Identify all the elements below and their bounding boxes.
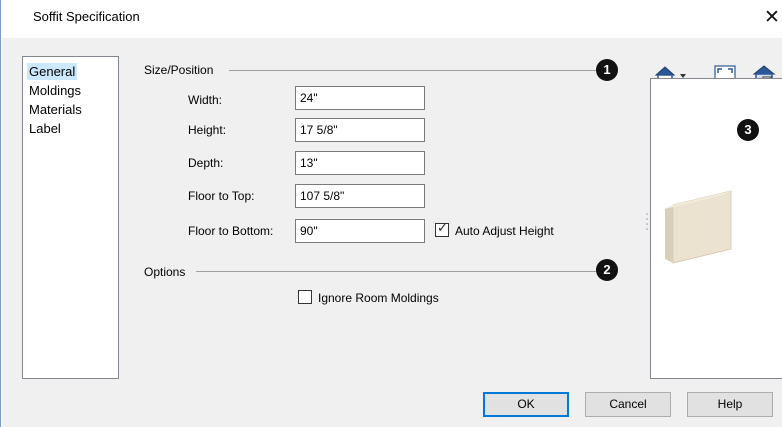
options-group-label: Options bbox=[144, 265, 186, 279]
nav-item-general[interactable]: General bbox=[27, 63, 78, 80]
auto-adjust-height-checkbox[interactable]: ✓ bbox=[435, 221, 449, 237]
floor-to-bottom-field[interactable] bbox=[295, 219, 425, 243]
ignore-room-moldings-checkbox[interactable] bbox=[298, 290, 312, 304]
ignore-room-moldings-label[interactable]: Ignore Room Moldings bbox=[318, 291, 439, 305]
nav-item-label[interactable]: Label bbox=[27, 120, 63, 137]
auto-adjust-height-label[interactable]: Auto Adjust Height bbox=[455, 224, 554, 238]
width-label: Width: bbox=[188, 93, 223, 107]
help-button[interactable]: Help bbox=[687, 392, 773, 417]
title-bar: Soffit Specification ✕ bbox=[1, 0, 782, 38]
floor-to-top-field[interactable] bbox=[295, 184, 425, 208]
category-list[interactable]: General Moldings Materials Label bbox=[22, 56, 119, 379]
depth-field[interactable] bbox=[295, 151, 425, 175]
callout-1: 1 bbox=[596, 59, 618, 81]
options-divider bbox=[196, 271, 597, 272]
splitter-grip[interactable] bbox=[646, 212, 648, 232]
cancel-button[interactable]: Cancel bbox=[585, 392, 671, 417]
depth-label: Depth: bbox=[188, 156, 224, 170]
close-icon[interactable]: ✕ bbox=[761, 4, 782, 30]
callout-3: 3 bbox=[737, 119, 759, 141]
nav-item-materials[interactable]: Materials bbox=[27, 101, 84, 118]
dialog-title: Soffit Specification bbox=[33, 9, 140, 24]
width-field[interactable] bbox=[295, 86, 425, 110]
soffit-3d-preview bbox=[665, 190, 732, 264]
callout-2: 2 bbox=[596, 259, 618, 281]
ok-button[interactable]: OK bbox=[483, 392, 569, 417]
soffit-specification-dialog: Soffit Specification ✕ General Moldings … bbox=[0, 0, 782, 427]
size-position-group-label: Size/Position bbox=[144, 63, 214, 77]
floor-to-top-label: Floor to Top: bbox=[188, 189, 255, 203]
height-label: Height: bbox=[188, 123, 227, 137]
floor-to-bottom-label: Floor to Bottom: bbox=[188, 224, 274, 238]
preview-pane[interactable] bbox=[650, 78, 782, 379]
height-field[interactable] bbox=[295, 118, 425, 142]
size-position-divider bbox=[229, 70, 597, 71]
checkmark-icon: ✓ bbox=[437, 221, 448, 236]
nav-item-moldings[interactable]: Moldings bbox=[27, 82, 83, 99]
